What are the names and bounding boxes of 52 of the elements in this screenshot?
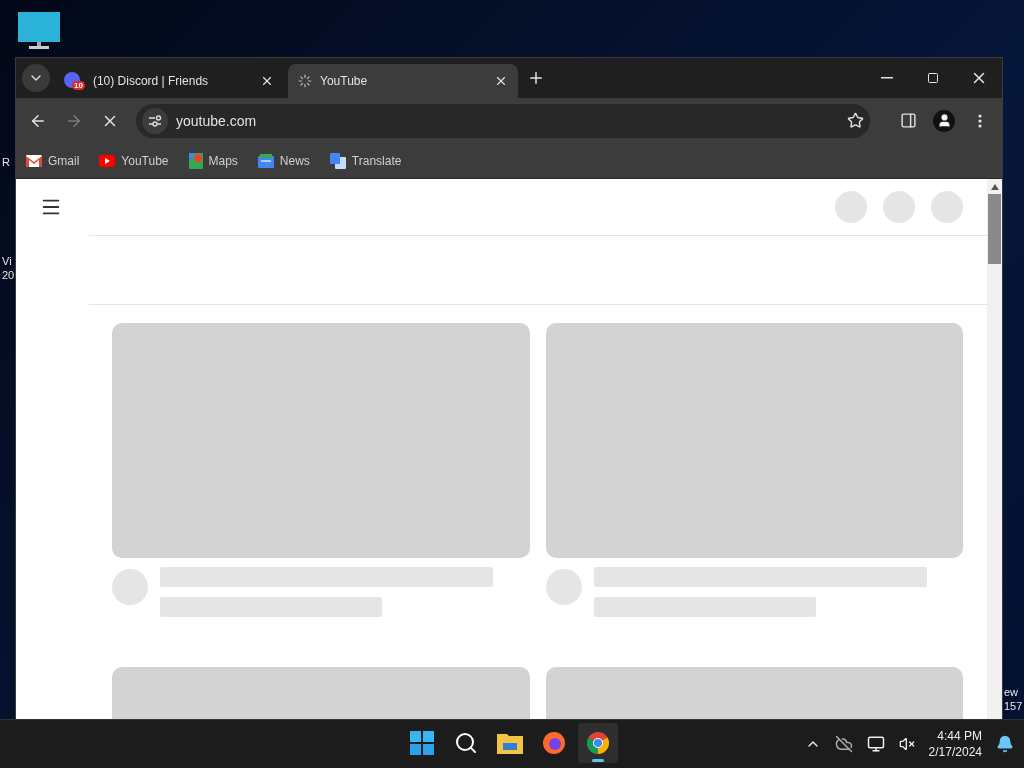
bookmark-link[interactable]: Gmail	[26, 153, 80, 168]
maximize-icon	[927, 72, 939, 84]
minimize-icon	[881, 77, 893, 79]
desktop-label: Vi	[2, 255, 12, 268]
address-bar[interactable]: youtube.com	[136, 103, 870, 138]
scrollbar[interactable]	[987, 179, 1002, 719]
taskbar-app[interactable]	[578, 723, 618, 763]
more-icon	[978, 113, 982, 128]
desktop-label: ew	[1004, 686, 1019, 699]
windows-logo-icon	[410, 731, 434, 755]
placeholder-circle	[835, 191, 867, 223]
avatar-placeholder	[112, 569, 148, 605]
tab-title: (10) Discord | Friends	[92, 74, 210, 88]
newspaper-icon	[257, 153, 274, 168]
plus-icon	[527, 69, 545, 87]
folder-icon	[497, 732, 523, 754]
scroll-up-icon	[990, 184, 999, 190]
mail-icon	[26, 154, 42, 167]
bookmark-star-icon[interactable]	[847, 112, 864, 129]
translate-icon	[329, 152, 346, 169]
search-icon	[454, 731, 478, 755]
close-icon[interactable]	[260, 74, 274, 88]
clock[interactable]: 4:44 PM 2/17/2024	[928, 728, 982, 760]
chrome-icon	[586, 731, 610, 755]
tab-search-button[interactable]	[22, 64, 50, 92]
monitor-icon	[18, 12, 60, 50]
date-text: 2/17/2024	[928, 744, 982, 760]
side-panel-icon	[899, 112, 917, 129]
url-text: youtube.com	[176, 112, 258, 129]
browser-tab[interactable]: YouTube	[288, 64, 518, 98]
bookmark-link[interactable]: Translate	[329, 152, 402, 169]
placeholder-circle	[931, 191, 963, 223]
desktop-label: 157	[1004, 700, 1023, 713]
scroll-thumb[interactable]	[988, 194, 1001, 264]
browser-tab[interactable]: 10 (10) Discord | Friends	[54, 64, 284, 98]
bookmark-link[interactable]: News	[257, 153, 310, 168]
tab-title: YouTube	[320, 74, 369, 88]
cloud-off-icon[interactable]	[834, 735, 853, 753]
notification-badge: 10	[72, 80, 85, 90]
bookmark-link[interactable]: Maps	[188, 152, 238, 169]
notification-bell-icon[interactable]	[996, 735, 1014, 753]
person-icon	[933, 109, 955, 132]
avatar-placeholder	[546, 569, 582, 605]
close-icon[interactable]	[494, 74, 508, 88]
play-icon	[99, 154, 116, 167]
desktop-label: R	[2, 156, 10, 169]
volume-muted-icon[interactable]	[898, 736, 915, 752]
desktop-label: 20	[2, 269, 15, 282]
bookmark-link[interactable]: YouTube	[99, 153, 169, 168]
site-settings-icon[interactable]	[142, 107, 168, 134]
time-text: 4:44 PM	[937, 728, 982, 744]
placeholder-circle	[883, 191, 915, 223]
